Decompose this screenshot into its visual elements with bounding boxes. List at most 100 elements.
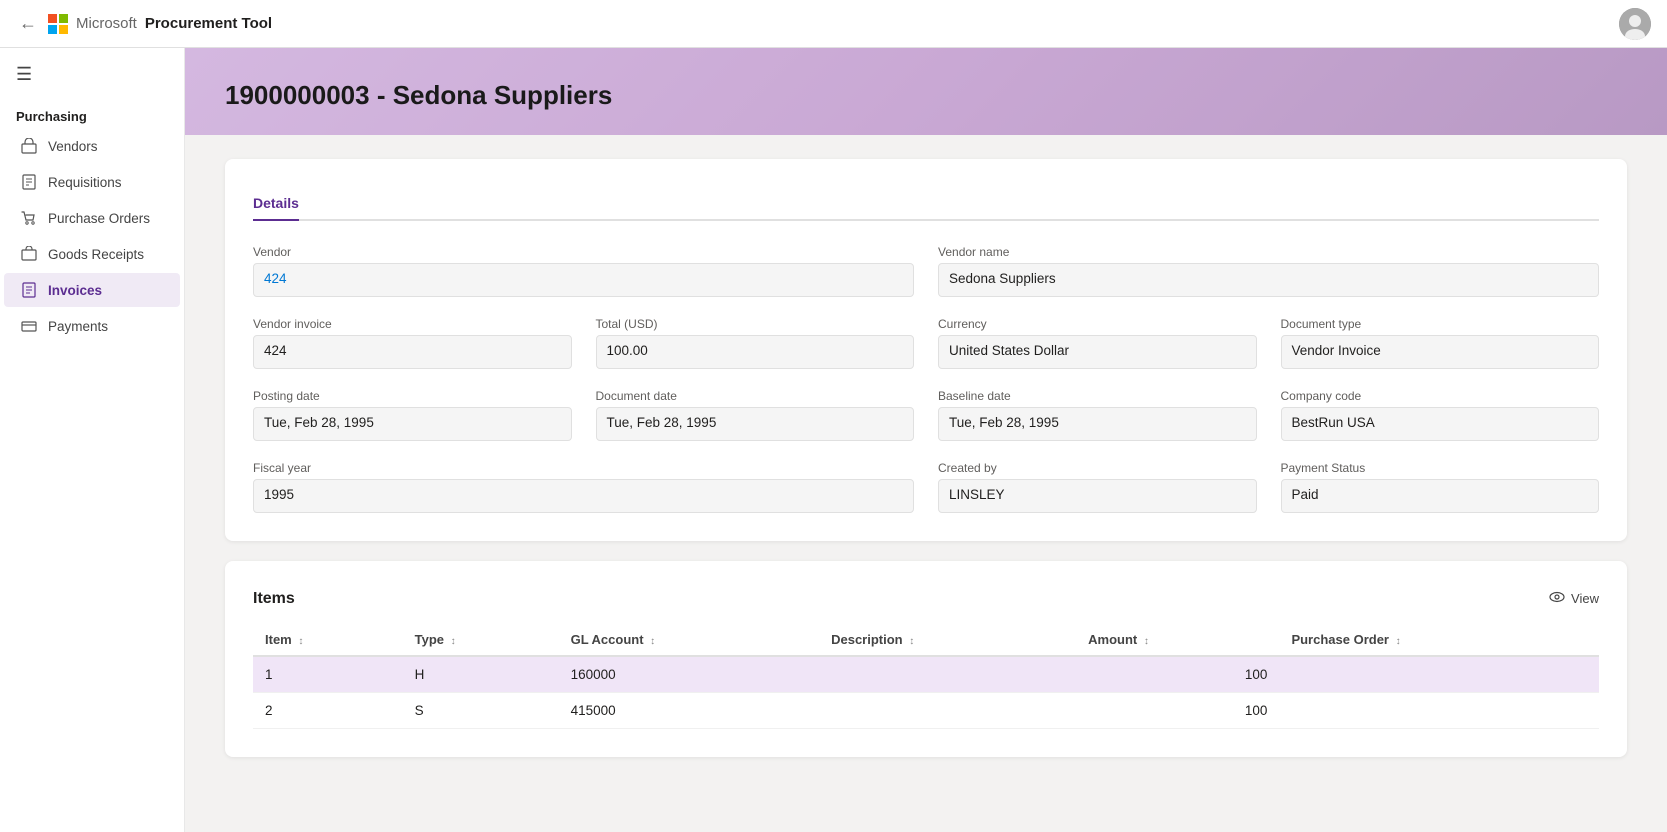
user-avatar[interactable]	[1619, 8, 1651, 40]
sidebar-item-vendors[interactable]: Vendors	[4, 129, 180, 163]
details-card: Details Vendor 424 Vendor name Sedona Su…	[225, 159, 1627, 541]
col-type[interactable]: Type ↕	[403, 624, 559, 656]
sort-type-icon: ↕	[451, 636, 456, 647]
document-type-field: Document type Vendor Invoice	[1281, 317, 1600, 369]
sidebar-item-requisitions[interactable]: Requisitions	[4, 165, 180, 199]
currency-label: Currency	[938, 317, 1257, 331]
sort-po-icon: ↕	[1396, 636, 1401, 647]
vendor-label: Vendor	[253, 245, 914, 259]
cell-gl-0: 160000	[559, 656, 820, 693]
sidebar-item-purchase-orders[interactable]: Purchase Orders	[4, 201, 180, 235]
fiscal-year-label: Fiscal year	[253, 461, 914, 475]
table-header-row: Item ↕ Type ↕ GL Account ↕	[253, 624, 1599, 656]
cell-type-0: H	[403, 656, 559, 693]
table-row[interactable]: 1 H 160000 100	[253, 656, 1599, 693]
fiscal-year-value: 1995	[253, 479, 914, 513]
invoices-icon	[20, 281, 38, 299]
posting-date-value: Tue, Feb 28, 1995	[253, 407, 572, 441]
items-header: Items View	[253, 589, 1599, 608]
view-label: View	[1571, 591, 1599, 606]
posting-date-label: Posting date	[253, 389, 572, 403]
cell-type-1: S	[403, 693, 559, 729]
total-usd-value: 100.00	[596, 335, 915, 369]
hamburger-icon[interactable]: ☰	[0, 56, 184, 101]
created-by-label: Created by	[938, 461, 1257, 475]
created-by-field: Created by LINSLEY	[938, 461, 1257, 513]
view-button[interactable]: View	[1549, 589, 1599, 608]
app-body: ☰ Purchasing Vendors Requisitions Purcha…	[0, 48, 1667, 832]
sidebar-item-payments[interactable]: Payments	[4, 309, 180, 343]
sidebar-item-goods-receipts[interactable]: Goods Receipts	[4, 237, 180, 271]
col-amount[interactable]: Amount ↕	[1076, 624, 1279, 656]
requisitions-icon	[20, 173, 38, 191]
baseline-date-value: Tue, Feb 28, 1995	[938, 407, 1257, 441]
content-area: Details Vendor 424 Vendor name Sedona Su…	[185, 135, 1667, 801]
vendor-name-value: Sedona Suppliers	[938, 263, 1599, 297]
cell-item-0: 1	[253, 656, 403, 693]
back-button[interactable]: ←	[16, 12, 40, 36]
items-title: Items	[253, 590, 295, 608]
sidebar-label-purchase-orders: Purchase Orders	[48, 211, 150, 226]
sort-item-icon: ↕	[298, 636, 303, 647]
total-usd-field: Total (USD) 100.00	[596, 317, 915, 369]
topbar-tool-name: Procurement Tool	[145, 15, 272, 32]
col-item[interactable]: Item ↕	[253, 624, 403, 656]
purchase-orders-icon	[20, 209, 38, 227]
vendor-invoice-label: Vendor invoice	[253, 317, 572, 331]
cell-po-0	[1279, 656, 1599, 693]
sidebar-item-invoices[interactable]: Invoices	[4, 273, 180, 307]
cell-po-1	[1279, 693, 1599, 729]
view-icon	[1549, 589, 1565, 608]
page-title: 1900000003 - Sedona Suppliers	[225, 80, 1627, 111]
col-description[interactable]: Description ↕	[819, 624, 1076, 656]
company-code-value: BestRun USA	[1281, 407, 1600, 441]
vendor-field: Vendor 424	[253, 245, 914, 297]
page-header: 1900000003 - Sedona Suppliers	[185, 48, 1667, 135]
vendor-name-field: Vendor name Sedona Suppliers	[938, 245, 1599, 297]
tab-details[interactable]: Details	[253, 187, 299, 221]
cell-item-1: 2	[253, 693, 403, 729]
sidebar-section-title: Purchasing	[0, 101, 184, 128]
ms-logo	[48, 14, 68, 34]
cell-gl-1: 415000	[559, 693, 820, 729]
col-gl-account[interactable]: GL Account ↕	[559, 624, 820, 656]
vendor-name-label: Vendor name	[938, 245, 1599, 259]
company-code-field: Company code BestRun USA	[1281, 389, 1600, 441]
col-purchase-order[interactable]: Purchase Order ↕	[1279, 624, 1599, 656]
goods-receipts-icon	[20, 245, 38, 263]
items-card: Items View Item ↕	[225, 561, 1627, 757]
vendor-value[interactable]: 424	[253, 263, 914, 297]
sidebar-label-payments: Payments	[48, 319, 108, 334]
cell-description-1	[819, 693, 1076, 729]
cell-description-0	[819, 656, 1076, 693]
sort-gl-icon: ↕	[650, 636, 655, 647]
sidebar-label-invoices: Invoices	[48, 283, 102, 298]
vendors-icon	[20, 137, 38, 155]
vendor-invoice-value: 424	[253, 335, 572, 369]
document-date-value: Tue, Feb 28, 1995	[596, 407, 915, 441]
sort-amount-icon: ↕	[1144, 636, 1149, 647]
tab-bar: Details	[253, 187, 1599, 221]
topbar-app-name: Microsoft	[76, 15, 137, 32]
table-row[interactable]: 2 S 415000 100	[253, 693, 1599, 729]
document-type-value: Vendor Invoice	[1281, 335, 1600, 369]
baseline-date-field: Baseline date Tue, Feb 28, 1995	[938, 389, 1257, 441]
payment-status-field: Payment Status Paid	[1281, 461, 1600, 513]
total-usd-label: Total (USD)	[596, 317, 915, 331]
main-content: 1900000003 - Sedona Suppliers Details Ve…	[185, 48, 1667, 832]
currency-field: Currency United States Dollar	[938, 317, 1257, 369]
fiscal-year-field: Fiscal year 1995	[253, 461, 914, 513]
sidebar: ☰ Purchasing Vendors Requisitions Purcha…	[0, 48, 185, 832]
topbar: ← Microsoft Procurement Tool	[0, 0, 1667, 48]
created-by-value: LINSLEY	[938, 479, 1257, 513]
payment-status-label: Payment Status	[1281, 461, 1600, 475]
company-code-label: Company code	[1281, 389, 1600, 403]
posting-date-field: Posting date Tue, Feb 28, 1995	[253, 389, 572, 441]
currency-value: United States Dollar	[938, 335, 1257, 369]
sort-description-icon: ↕	[909, 636, 914, 647]
document-date-field: Document date Tue, Feb 28, 1995	[596, 389, 915, 441]
payments-icon	[20, 317, 38, 335]
details-form: Vendor 424 Vendor name Sedona Suppliers …	[253, 245, 1599, 513]
cell-amount-1: 100	[1076, 693, 1279, 729]
document-type-label: Document type	[1281, 317, 1600, 331]
